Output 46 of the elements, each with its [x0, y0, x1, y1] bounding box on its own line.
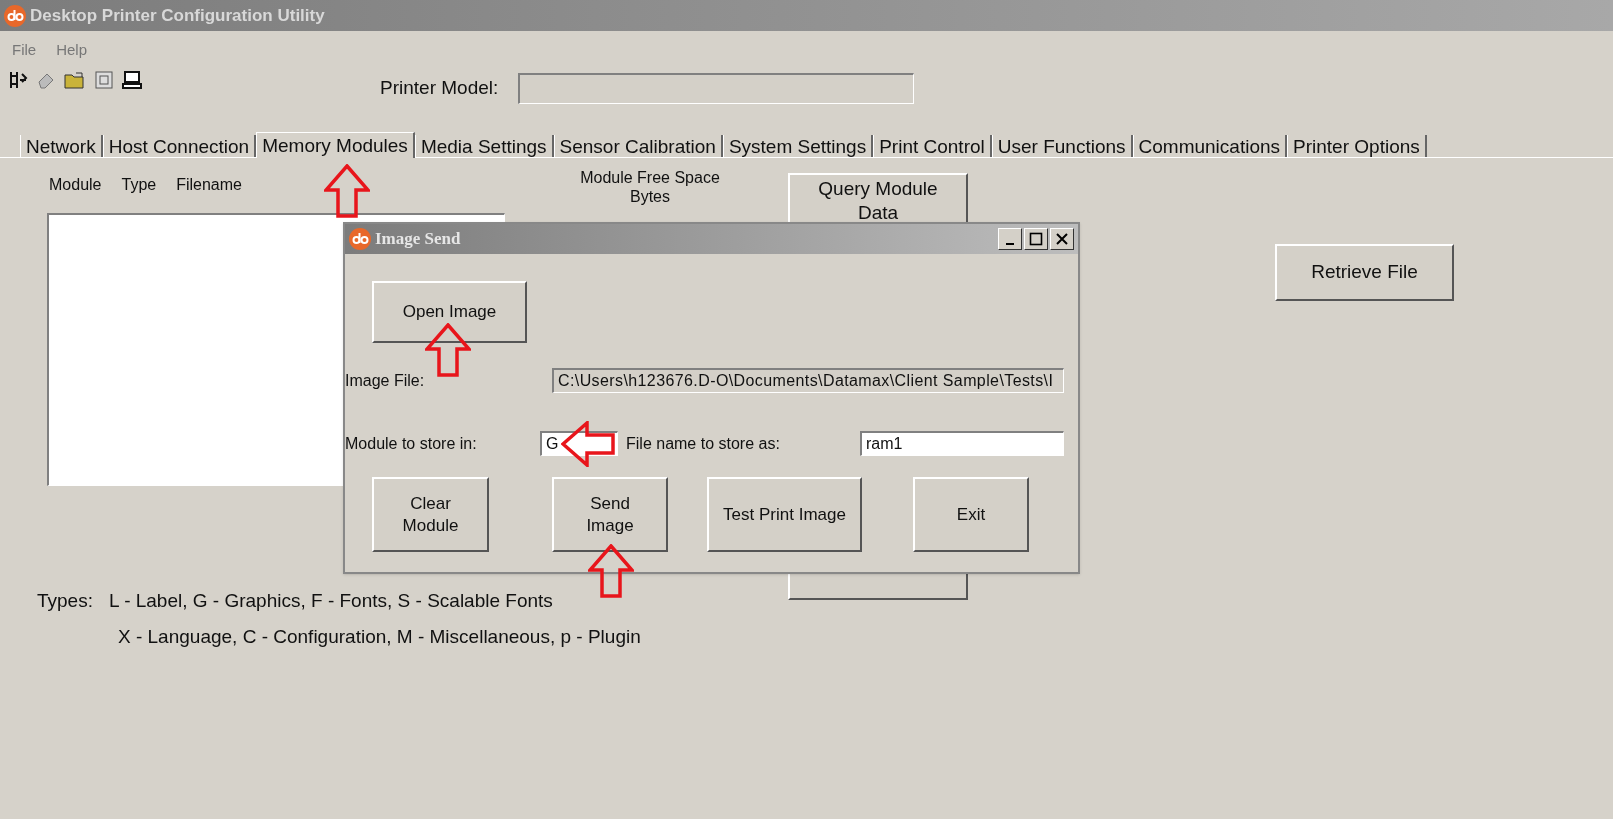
logo-icon [4, 4, 26, 27]
window-title: Desktop Printer Configuration Utility [30, 4, 325, 27]
minimize-icon [1006, 243, 1014, 245]
logo-icon [349, 228, 371, 250]
dialog-action-button[interactable]: Test Print Image [707, 477, 862, 552]
types-label: Types: [37, 589, 93, 613]
close-button[interactable] [1050, 228, 1074, 250]
minimize-button[interactable] [998, 228, 1022, 250]
column-header: Module [49, 174, 102, 195]
tab[interactable]: Communications [1132, 134, 1288, 157]
column-header: Filename [176, 174, 242, 195]
computer-icon[interactable] [122, 69, 142, 90]
arrow-annotation-icon [425, 323, 471, 377]
tab[interactable]: Network [20, 134, 103, 157]
dialog-action-button[interactable]: Exit [913, 477, 1029, 552]
close-icon [1055, 232, 1069, 246]
types-legend-text: X - Language, C - Configuration, M - Miscellaneous, p - Plugin [117, 625, 641, 649]
dialog-title: Image Send [375, 228, 461, 251]
arrow-annotation-icon [561, 421, 615, 467]
tab[interactable]: System Settings [722, 134, 874, 157]
retrieve-file-button[interactable]: Retrieve File [1275, 243, 1454, 301]
dialog-action-button[interactable]: Send Image [552, 477, 668, 552]
tab[interactable]: User Functions [991, 134, 1133, 157]
tab[interactable]: Memory Modules [256, 131, 415, 158]
types-legend-text: L - Label, G - Graphics, F - Fonts, S - Scalable Fonts [109, 589, 553, 613]
module-label: Module to store in: [345, 433, 478, 454]
file-name-field[interactable]: ram1 [860, 431, 1064, 456]
arrow-annotation-icon [324, 164, 370, 218]
connector-icon[interactable] [8, 69, 28, 90]
arrow-annotation-icon [588, 544, 634, 598]
tab[interactable]: Sensor Calibration [553, 134, 723, 157]
tab[interactable]: Media Settings [414, 134, 554, 157]
free-space-header: Module Free Space Bytes [579, 167, 721, 206]
printer-model-field[interactable] [518, 72, 915, 104]
file-name-label: File name to store as: [625, 433, 781, 454]
dialog-action-button[interactable]: Clear Module [372, 477, 489, 552]
maximize-icon [1029, 232, 1043, 246]
maximize-button[interactable] [1024, 228, 1048, 250]
printer-model-label: Printer Model: [380, 75, 499, 100]
image-file-field[interactable]: C:\Users\h123676.D-O\Documents\Datamax\Client Sample\Tests\I [552, 368, 1064, 393]
image-file-label: Image File: [345, 370, 426, 391]
folder-icon[interactable] [64, 69, 86, 90]
tab[interactable]: Print Control [873, 134, 992, 157]
tab[interactable]: Printer Options [1287, 134, 1427, 157]
open-image-button[interactable]: Open Image [372, 281, 527, 343]
column-header: Type [121, 174, 157, 195]
